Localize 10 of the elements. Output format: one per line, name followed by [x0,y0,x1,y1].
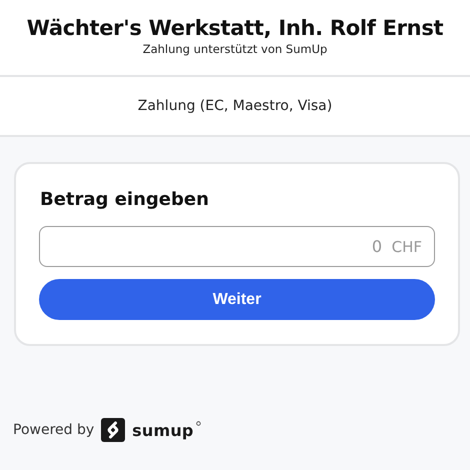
powered-by-label: Powered by [13,422,94,438]
merchant-title: Wächter's Werkstatt, Inh. Rolf Ernst [26,16,444,40]
continue-button[interactable]: Weiter [39,279,435,320]
registered-mark-icon [196,421,201,426]
header-subtitle: Zahlung unterstützt von SumUp [142,42,328,56]
logo-icon [101,418,126,442]
currency-label: CHF [392,238,422,256]
brand-wordmark: sumup [132,420,194,440]
card-heading: Betrag eingeben [40,189,210,210]
payment-method-label: Zahlung (EC, Maestro, Visa) [138,98,332,114]
